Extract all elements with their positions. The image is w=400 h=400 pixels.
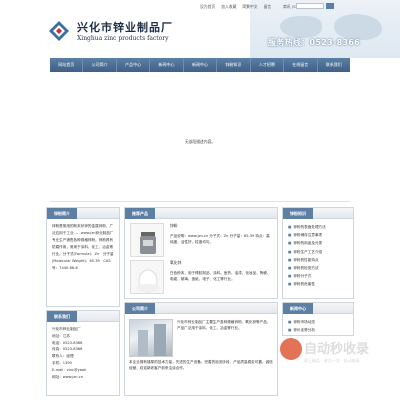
banner: 无该段描述内容。	[50, 72, 350, 202]
knowledge-list: ■ 锌粉的表面处理方法 ■ 锌粉储存注意事项 ■ 锌粉的用途及分类 ■ 锌粉生产工艺介绍…	[288, 223, 349, 289]
contact-phone: 电话：0523-8366	[52, 340, 83, 345]
nav-item-news-2[interactable]: 新闻中心	[184, 58, 218, 72]
zinc-powder-jar-icon	[140, 232, 156, 254]
bullet-icon: ■	[288, 282, 292, 287]
nav-item-contact[interactable]: 联系我们	[318, 58, 350, 72]
list-item[interactable]: ■ 锌粉的表面处理方法	[288, 223, 349, 231]
top-links: 设为首页 加入收藏 简繁中文 留言	[200, 4, 271, 10]
nav-item-jobs[interactable]: 人才招聘	[251, 58, 285, 72]
list-item[interactable]: ■ 锌粉储存注意事项	[288, 231, 349, 239]
product-image-zinc-oxide[interactable]	[130, 260, 164, 294]
about-panel-text: 锌粉是常用的粉末状锌的金属锌粉，广泛应用于工业……www.jzn锌业制品厂专业生…	[52, 224, 114, 270]
contact-person: 联系人：经理	[52, 354, 74, 359]
products-panel: 推荐产品 锌粉 产品说明：www.jzn.cn 分子式：Zn 分子量：65.39…	[124, 207, 278, 299]
products-panel-header: 推荐产品	[125, 208, 277, 219]
world-map-background	[250, 0, 400, 58]
contact-details: 兴化市锌业制品厂 地址：江苏 电话：0523-8366 传真：0523-8366…	[52, 326, 115, 380]
product-image-zinc-powder[interactable]	[130, 223, 164, 257]
industry-news-header: 新闻中心	[283, 303, 353, 314]
about-panel: 锌粉简介 锌粉是常用的粉末状锌的金属锌粉，广泛应用于工业……www.jzn锌业制…	[46, 207, 120, 307]
list-item[interactable]: ■ 锌粉的检测方法	[288, 264, 349, 272]
list-item[interactable]: ■ 锌粉的危害性	[288, 280, 349, 288]
list-item[interactable]: ■ 锌粉的用途及分类	[288, 239, 349, 247]
top-link-favorite[interactable]: 加入收藏	[221, 4, 236, 10]
about-panel-title: 锌粉简介	[47, 208, 77, 219]
banner-placeholder-text: 无该段描述内容。	[184, 139, 216, 144]
company-intro-text-2: 本企业拥有雄厚的技术力量，先进的生产设备，完善的检测手段，产品质量稳定可靠。诚信…	[129, 360, 273, 370]
header: 设为首页 加入收藏 简繁中文 留言 商讯 (S) 兴化市锌业制品厂 Xinghu…	[0, 0, 400, 58]
watermark-text: 自动秒收录	[304, 342, 370, 357]
search-input[interactable]	[296, 3, 324, 9]
bullet-icon: ■	[288, 257, 292, 262]
company-panel: 公司简介 兴化市锌业制品厂主要生产各种规格锌粉、氧化锌等产品，产品广泛用于涂料、…	[124, 302, 278, 396]
main-nav: 网站首页 公司简介 产品中心 新闻中心 新闻中心 锌粉知识 人才招聘 在线留言 …	[50, 58, 350, 72]
bullet-icon: ■	[288, 241, 292, 246]
contact-panel: 联系我们 兴化市锌业制品厂 地址：江苏 电话：0523-8366 传真：0523…	[46, 310, 120, 396]
nav-item-home[interactable]: 网站首页	[50, 58, 84, 72]
product-description: 白色粉末，用于橡胶制品、涂料、医药、油漆、化妆品、陶瓷、电缆、玻璃、造纸、电子、…	[170, 271, 271, 281]
list-item[interactable]: ■ 锌粉市场动态	[288, 318, 349, 326]
bullet-icon: ■	[288, 328, 292, 333]
list-item[interactable]: ■ 锌粉的性能特点	[288, 256, 349, 264]
bullet-icon: ■	[288, 233, 292, 238]
logo-icon	[49, 21, 69, 41]
top-link-message[interactable]: 留言	[264, 4, 272, 10]
list-item[interactable]: ■ 锌粉分子式	[288, 272, 349, 280]
nav-item-about[interactable]: 公司简介	[83, 58, 117, 72]
bullet-icon: ■	[288, 320, 292, 324]
search-button[interactable]	[326, 3, 334, 9]
top-link-homepage[interactable]: 设为首页	[200, 4, 215, 10]
watermark: 自动秒收录 载上精品 · 来访一次 · 自动收录	[280, 336, 400, 380]
nav-item-knowledge[interactable]: 锌粉知识	[217, 58, 251, 72]
top-link-language[interactable]: 简繁中文	[242, 4, 257, 10]
nav-item-products[interactable]: 产品中心	[117, 58, 151, 72]
contact-panel-title: 联系我们	[47, 311, 77, 322]
watermark-logo-icon	[280, 338, 302, 360]
nav-item-guestbook[interactable]: 在线留言	[284, 58, 318, 72]
zinc-oxide-powder-icon	[136, 269, 160, 293]
watermark-subtext: 载上精品 · 来访一次 · 自动收录	[304, 358, 360, 363]
product-description: 产品说明：www.jzn.cn 分子式：Zn 分子量：65.39 特点：高纯度，…	[170, 234, 270, 244]
industry-news-list: ■ 锌粉市场动态 ■ 锌价走势分析	[288, 318, 349, 334]
about-panel-header: 锌粉简介	[47, 208, 119, 219]
product-name[interactable]: 氧化锌	[170, 260, 181, 266]
contact-email[interactable]: E-mail：zinc@yeah	[52, 367, 115, 374]
contact-fax: 传真：0523-8366	[52, 347, 83, 352]
company-panel-header: 公司简介	[125, 303, 277, 314]
contact-website[interactable]: 网址：www.jzn.cn	[52, 374, 115, 381]
industry-news-panel: 新闻中心 ■ 锌粉市场动态 ■ 锌价走势分析	[282, 302, 354, 336]
logo-english-name: Xinghua zinc products factory	[77, 35, 169, 42]
company-intro-text: 兴化市锌业制品厂主要生产各种规格锌粉、氧化锌等产品，产品广泛用于涂料、化工、冶金…	[177, 320, 271, 330]
knowledge-panel-title: 锌粉知识	[283, 208, 313, 219]
product-name[interactable]: 锌粉	[170, 223, 178, 229]
list-item[interactable]: ■ 锌粉生产工艺介绍	[288, 248, 349, 256]
bullet-icon: ■	[288, 274, 292, 279]
contact-company: 兴化市锌业制品厂	[52, 327, 81, 331]
industry-news-title: 新闻中心	[283, 303, 313, 314]
list-item[interactable]: ■ 锌价走势分析	[288, 326, 349, 334]
company-panel-title: 公司简介	[125, 303, 155, 314]
contact-panel-header: 联系我们	[47, 311, 119, 322]
products-panel-title: 推荐产品	[125, 208, 155, 219]
bullet-icon: ■	[288, 266, 292, 271]
bullet-icon: ■	[288, 249, 292, 254]
contact-mobile: 手机：1390	[52, 360, 72, 365]
company-building-image	[129, 319, 173, 357]
service-hotline: 服务热线：0523-8366	[268, 38, 361, 47]
bullet-icon: ■	[288, 225, 292, 229]
nav-item-news[interactable]: 新闻中心	[150, 58, 184, 72]
knowledge-panel-header: 锌粉知识	[283, 208, 353, 219]
logo-chinese-name: 兴化市锌业制品厂	[77, 21, 173, 34]
contact-address: 地址：江苏	[52, 333, 70, 338]
knowledge-panel: 锌粉知识 ■ 锌粉的表面处理方法 ■ 锌粉储存注意事项 ■ 锌粉的用途及分类 ■ 锌粉生…	[282, 207, 354, 299]
